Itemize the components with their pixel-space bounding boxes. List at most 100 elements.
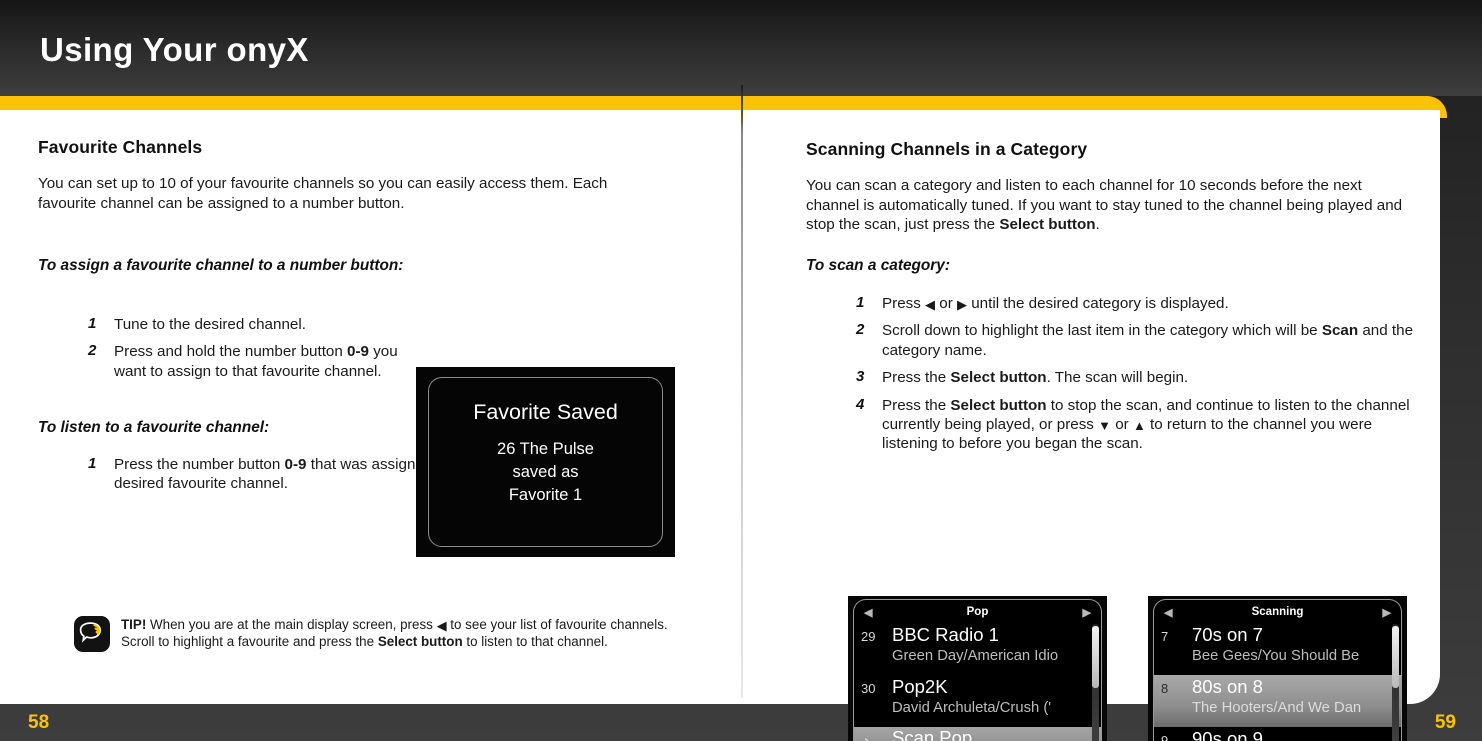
step-text-bold: Select button [950,396,1047,414]
step-text: Press ◀ or ▶ until the desired category … [882,294,1229,313]
manual-page: Using Your onyX Favourite Channels You c… [0,0,1482,741]
scrollbar-thumb[interactable] [1092,626,1099,688]
channel-name: 80s on 8 [1192,676,1263,697]
list-item: 2 Press and hold the number button 0-9 y… [88,342,418,381]
device-screen-frame: Favorite Saved 26 The Pulse saved as Fav… [428,377,663,547]
list-item: 1 Press ◀ or ▶ until the desired category… [856,294,1416,313]
page-header: Using Your onyX [0,0,1482,96]
tip-text-part1: When you are at the main display screen,… [146,617,437,632]
step-text-body: or [1111,416,1133,434]
channel-number: 9 [1161,733,1169,741]
subhead-listen-favourite: To listen to a favourite channel: [38,419,270,436]
step-number: 1 [88,455,97,472]
page-number-left: 58 [28,712,50,733]
subhead-scan-category: To scan a category: [806,257,950,274]
scanning-bar: ◀ Scanning ▶ [1154,600,1401,623]
chevron-right-icon: › [864,731,870,741]
channel-name: 70s on 7 [1192,624,1263,645]
channel-now-playing: Green Day/American Idio [892,648,1059,664]
step-text-bold: Select button [950,369,1047,387]
channel-row-selected[interactable]: 8 80s on 8 The Hooters/And We Dan [1154,675,1401,727]
left-section-heading: Favourite Channels [38,137,203,157]
left-intro-paragraph: You can set up to 10 of your favourite c… [38,175,608,212]
speech-bubble-icon [74,616,110,652]
device-screen-scanning: ◀ Scanning ▶ 7 70s on 7 Bee Gees/You Sho… [1148,596,1407,741]
step-text-bold: 0-9 [284,456,307,473]
tip-label: TIP! [121,617,147,632]
next-category-icon[interactable]: ▶ [1383,606,1391,619]
channel-name: 90s on 9 [1192,728,1263,741]
column-divider [741,110,743,698]
tip-text-part3: to listen to that channel. [462,633,608,649]
step-text-body: Press the [882,369,951,387]
scan-steps-list: 1 Press ◀ or ▶ until the desired category… [856,294,1416,459]
right-arrow-icon: ▶ [957,297,967,312]
step-number: 4 [856,395,865,413]
step-text-bold: 0-9 [347,343,369,361]
left-arrow-icon: ◀ [925,297,936,312]
step-text: Scroll down to highlight the last item i… [882,321,1416,360]
step-text-body: Press [882,295,926,312]
device-screen-title: Favorite Saved [473,400,618,424]
step-text-body: or [935,295,957,312]
speech-bubble-glyph [79,622,102,643]
list-item: 1 Tune to the desired channel. [88,315,418,334]
step-text-body: . The scan will begin. [1046,369,1189,387]
channel-number: 29 [861,629,876,644]
channel-now-playing: Bee Gees/You Should Be [1192,648,1360,664]
device-screen-line3: Favorite 1 [508,486,583,504]
assign-steps-list: 1 Tune to the desired channel. 2 Press a… [88,315,418,386]
device-screen-line1: 26 The Pulse [497,440,594,458]
step-text: Press and hold the number button 0-9 you… [114,342,418,381]
step-text: Press the Select button. The scan will b… [882,368,1188,387]
scrollbar-thumb[interactable] [1392,626,1399,688]
channel-name: BBC Radio 1 [892,624,999,645]
intro-text-bold: Select button [999,216,1096,233]
step-number: 1 [856,294,865,311]
list-item: 3 Press the Select button. The scan will … [856,368,1416,387]
device-screen-favorite-saved: Favorite Saved 26 The Pulse saved as Fav… [416,367,675,557]
category-bar: ◀ Pop ▶ [854,600,1101,623]
prev-category-icon[interactable]: ◀ [864,606,872,619]
device-screen-pop-category: ◀ Pop ▶ 29 BBC Radio 1 Green Day/America… [848,596,1107,741]
step-text-before: Press and hold the number button [114,343,348,361]
column-divider-top [741,85,743,121]
step-number: 2 [856,321,865,339]
channel-now-playing: The Hooters/And We Dan [1192,700,1362,716]
step-text-bold: Scan [1321,322,1359,340]
tip-callout: TIP! When you are at the main display sc… [74,616,684,652]
category-title: Pop [966,605,989,618]
scan-category-label: Scan Pop [892,727,973,741]
step-text-before: Press the number button [114,456,285,473]
prev-category-icon[interactable]: ◀ [1164,606,1172,619]
channel-name: Pop2K [892,676,948,697]
channel-now-playing: David Archuleta/Crush (' [892,700,1052,716]
step-text-body: Press the [882,396,951,414]
down-arrow-icon: ▼ [1098,418,1111,434]
channel-row[interactable]: 29 BBC Radio 1 Green Day/American Idio [854,623,1101,675]
scan-category-row[interactable]: › Scan Pop [854,727,1101,741]
channel-row[interactable]: 30 Pop2K David Archuleta/Crush (' [854,675,1101,727]
step-text-body: Tune to the desired channel. [114,316,306,333]
intro-text-after: . [1095,216,1100,233]
step-text: Tune to the desired channel. [114,315,306,334]
device-screen-line2: saved as [512,463,579,481]
page-content-area: Favourite Channels You can set up to 10 … [0,110,1440,741]
step-text-body: Scroll down to highlight the last item i… [882,322,1322,340]
intro-text-before: You can scan a category and listen to ea… [806,177,1403,233]
channel-row[interactable]: 9 90s on 9 Oasis/Champagne Super [1154,727,1401,741]
channel-number: 30 [861,681,876,696]
channel-number: 7 [1161,629,1169,644]
right-intro-paragraph: You can scan a category and listen to ea… [806,176,1406,235]
left-arrow-icon: ◀ [436,618,447,633]
step-number: 2 [88,342,97,360]
subhead-assign-favourite: To assign a favourite channel to a numbe… [38,257,404,274]
device-screen-frame: ◀ Scanning ▶ 7 70s on 7 Bee Gees/You Sho… [1153,599,1402,741]
page-number-right: 59 [1434,712,1456,733]
channel-number: 8 [1161,681,1169,696]
up-arrow-icon: ▲ [1132,418,1146,434]
next-category-icon[interactable]: ▶ [1083,606,1091,619]
step-text: Press the Select button to stop the scan… [882,396,1416,454]
channel-row[interactable]: 7 70s on 7 Bee Gees/You Should Be [1154,623,1401,675]
page-title: Using Your onyX [40,31,309,68]
